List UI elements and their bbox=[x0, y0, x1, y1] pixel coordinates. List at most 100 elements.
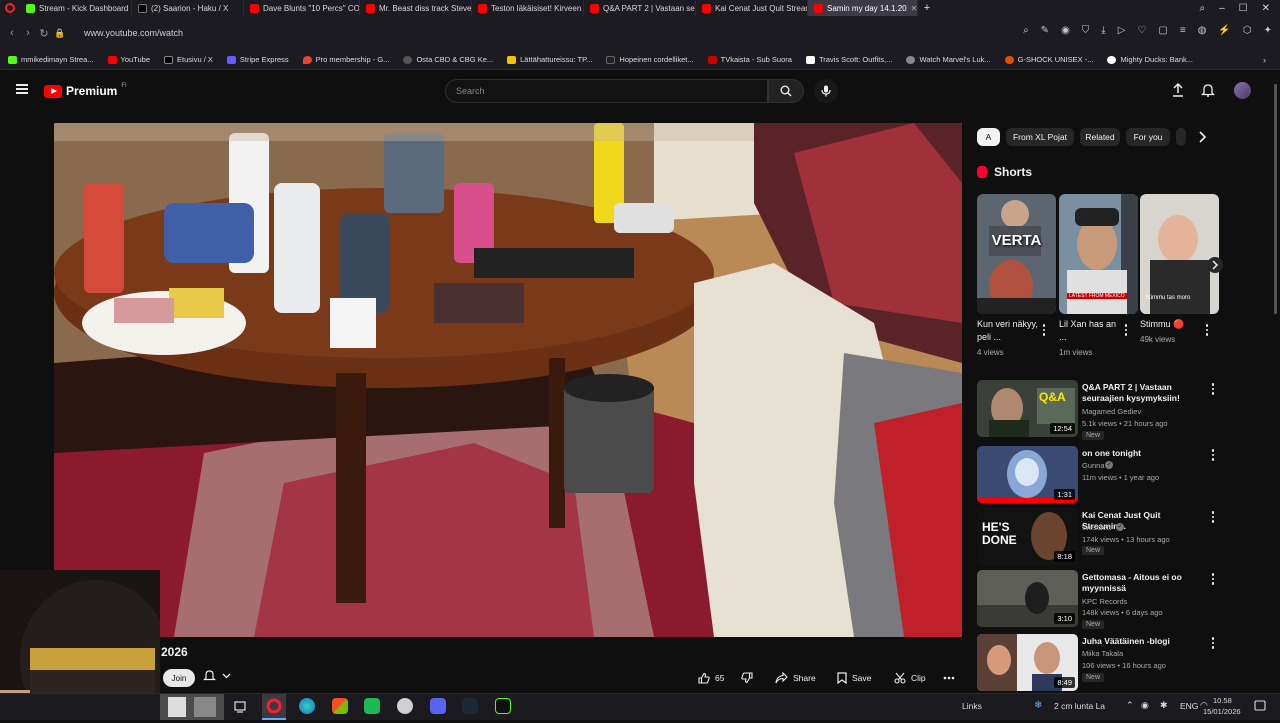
bookmark[interactable]: Mighty Ducks: Bank... bbox=[1107, 55, 1193, 64]
recommendation-more-icon[interactable] bbox=[1211, 511, 1215, 523]
short-thumbnail[interactable]: LATEST FROM MEXICO bbox=[1059, 194, 1138, 314]
clip-button[interactable]: Clip bbox=[886, 668, 934, 688]
edge-icon[interactable] bbox=[299, 698, 315, 714]
play-icon[interactable]: ▷ bbox=[1118, 25, 1126, 36]
bookmark[interactable]: Travis Scott: Outfits,... bbox=[805, 55, 892, 64]
share-button[interactable]: Share bbox=[767, 668, 824, 688]
bookmark[interactable]: Watch Marvel's Luk... bbox=[906, 55, 991, 64]
chip-overflow[interactable] bbox=[1176, 128, 1186, 146]
bookmark[interactable]: G-SHOCK UNISEX -... bbox=[1004, 55, 1093, 64]
new-tab-icon[interactable]: + bbox=[918, 2, 936, 14]
voice-search-button[interactable] bbox=[814, 79, 838, 103]
bluetooth-icon[interactable]: ✱ bbox=[1160, 700, 1168, 711]
recommendation-more-icon[interactable] bbox=[1211, 573, 1215, 585]
short-thumbnail[interactable]: VERTA bbox=[977, 194, 1056, 314]
recommendation-channel[interactable]: KPC Records bbox=[1082, 597, 1127, 606]
recommendation-channel[interactable]: Miika Takala bbox=[1082, 649, 1123, 658]
join-button[interactable]: Join bbox=[163, 669, 195, 687]
browser-tab[interactable]: (2) Saarion - Haku / X bbox=[132, 0, 244, 16]
short-more-icon[interactable] bbox=[1042, 324, 1046, 336]
chip-for-you[interactable]: For you bbox=[1126, 128, 1170, 146]
reload-icon[interactable]: ↻ bbox=[36, 27, 52, 40]
bookmark[interactable]: YouTube bbox=[107, 55, 150, 64]
clock-time[interactable]: 10.58 bbox=[1213, 696, 1232, 705]
taskbar-thumbnail[interactable] bbox=[160, 694, 224, 720]
bookmark[interactable]: Osta CBD & CBG Ke... bbox=[403, 55, 493, 64]
bookmark[interactable]: Lättähattureissu: TP... bbox=[507, 55, 592, 64]
recommendation-more-icon[interactable] bbox=[1211, 449, 1215, 461]
short-title[interactable]: Kun veri näkyy, peli ... bbox=[977, 318, 1043, 344]
recommendation-title[interactable]: Q&A PART 2 | Vastaan seuraajien kysymyks… bbox=[1082, 382, 1204, 404]
save-button[interactable]: Save bbox=[829, 668, 880, 688]
weather-widget[interactable]: 2 cm lunta La bbox=[1054, 701, 1105, 711]
task-view-icon[interactable] bbox=[234, 700, 246, 718]
spotify-icon[interactable] bbox=[364, 698, 380, 714]
shorts-next-button[interactable] bbox=[1207, 257, 1223, 273]
bookmark[interactable]: mmikedimayn Strea... bbox=[8, 55, 94, 64]
hamburger-menu-icon[interactable] bbox=[16, 84, 28, 94]
short-more-icon[interactable] bbox=[1124, 324, 1128, 336]
extension-icon[interactable]: ⚡ bbox=[1218, 25, 1230, 36]
download-icon[interactable]: ⤓ bbox=[1101, 25, 1105, 36]
opera-menu-icon[interactable] bbox=[0, 0, 20, 16]
bookmark[interactable]: Etusivu / X bbox=[164, 55, 213, 64]
browser-tab[interactable]: Mr. Beast diss track Steve bbox=[360, 0, 472, 16]
bookmark[interactable]: Pro membership - G... bbox=[302, 55, 389, 64]
like-button[interactable]: 65 bbox=[690, 668, 733, 688]
bookmark[interactable]: Stripe Express bbox=[226, 55, 289, 64]
browser-tab[interactable]: Kai Cenat Just Quit Stream bbox=[696, 0, 808, 16]
close-window-icon[interactable]: ✕ bbox=[1262, 3, 1270, 14]
office-icon[interactable] bbox=[332, 698, 348, 714]
tray-app-icon[interactable]: ◉ bbox=[1141, 700, 1149, 711]
ai-icon[interactable]: ✦ bbox=[1264, 25, 1272, 36]
search-input[interactable]: Search bbox=[445, 79, 768, 103]
short-thumbnail[interactable]: Stimmu tas moro bbox=[1140, 194, 1219, 314]
back-icon[interactable]: ‹ bbox=[4, 27, 20, 39]
bookmark[interactable]: TVkaista - Sub Suora bbox=[707, 55, 792, 64]
chips-next-button[interactable] bbox=[1196, 130, 1208, 149]
edit-icon[interactable]: ✎ bbox=[1041, 25, 1049, 36]
avatar[interactable] bbox=[1234, 82, 1251, 99]
recommendation-channel[interactable]: Magamed Gediev bbox=[1082, 407, 1141, 416]
shield-icon[interactable]: ⛉ bbox=[1082, 25, 1090, 36]
forward-icon[interactable]: › bbox=[20, 27, 36, 39]
recommendation-title[interactable]: Gettomasa - Aitous ei oo myynnissä bbox=[1082, 572, 1204, 594]
language-indicator[interactable]: ENG bbox=[1180, 701, 1198, 711]
recommendation-more-icon[interactable] bbox=[1211, 383, 1215, 395]
recommendation-channel[interactable]: Gunna bbox=[1082, 461, 1105, 470]
recommendation-more-icon[interactable] bbox=[1211, 637, 1215, 649]
chevron-up-icon[interactable]: ⌃ bbox=[1126, 700, 1134, 711]
short-title[interactable]: Stimmu 🔴 bbox=[1140, 318, 1206, 331]
recommendation-thumbnail[interactable]: HE'S DONE 8:18 bbox=[977, 508, 1078, 565]
upload-button[interactable] bbox=[1171, 82, 1185, 102]
url-field[interactable]: www.youtube.com/watch bbox=[84, 28, 183, 38]
browser-tab[interactable]: Teston läkäisiset! Kirveen bbox=[472, 0, 584, 16]
opera-taskbar-app[interactable] bbox=[262, 694, 286, 720]
clock-date[interactable]: 15/01/2026 bbox=[1203, 707, 1241, 716]
cube-icon[interactable]: ⬡ bbox=[1243, 25, 1252, 36]
chip-from-channel[interactable]: From XL Pojat bbox=[1006, 128, 1074, 146]
chip-related[interactable]: Related bbox=[1080, 128, 1120, 146]
recommendation-channel[interactable]: WestJett bbox=[1082, 523, 1111, 532]
recommendation-thumbnail[interactable]: 3:10 bbox=[977, 570, 1078, 627]
maximize-icon[interactable]: ☐ bbox=[1239, 3, 1248, 14]
bookmark[interactable]: Hopeinen cordelliket... bbox=[606, 55, 694, 64]
recommendation-title[interactable]: on one tonight bbox=[1082, 448, 1204, 459]
subscription-notifications-button[interactable] bbox=[203, 669, 231, 682]
profile-icon[interactable]: ◍ bbox=[1198, 25, 1207, 36]
heart-icon[interactable]: ♡ bbox=[1137, 25, 1146, 36]
page-scrollbar[interactable] bbox=[1274, 84, 1277, 314]
list-icon[interactable]: ≡ bbox=[1180, 25, 1186, 36]
close-tab-icon[interactable]: ✕ bbox=[911, 4, 917, 13]
chip-all[interactable]: A bbox=[977, 128, 1000, 146]
notification-center-icon[interactable] bbox=[1254, 699, 1266, 717]
zoom-icon[interactable]: ⌕ bbox=[1023, 25, 1029, 36]
search-tabs-icon[interactable]: ⌕ bbox=[1199, 3, 1205, 14]
browser-tab[interactable]: Dave Blunts "10 Percs" CO bbox=[244, 0, 360, 16]
links-toolbar[interactable]: Links bbox=[962, 701, 982, 711]
recommendation-thumbnail[interactable]: Q&A 12:54 bbox=[977, 380, 1078, 437]
search-button[interactable] bbox=[768, 79, 804, 103]
minimize-icon[interactable]: – bbox=[1219, 3, 1225, 14]
browser-tab[interactable]: Q&A PART 2 | Vastaan seu bbox=[584, 0, 696, 16]
more-actions-button[interactable] bbox=[938, 668, 960, 688]
